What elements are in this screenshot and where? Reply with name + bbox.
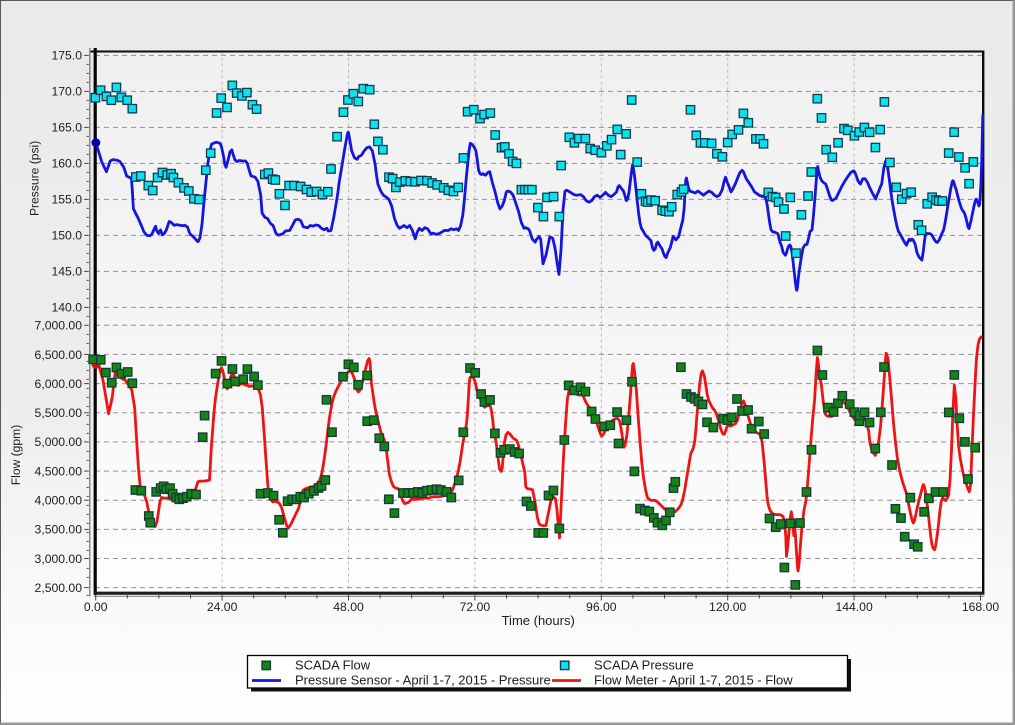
svg-text:SCADA Pressure: SCADA Pressure bbox=[594, 658, 694, 673]
svg-text:Flow Meter - April 1-7, 2015 -: Flow Meter - April 1-7, 2015 - Flow bbox=[594, 673, 793, 688]
svg-text:24.00: 24.00 bbox=[207, 600, 238, 614]
svg-text:Pressure (psi): Pressure (psi) bbox=[28, 141, 42, 216]
svg-text:96.00: 96.00 bbox=[586, 600, 617, 614]
svg-text:144.00: 144.00 bbox=[835, 600, 872, 614]
svg-text:7,000.00: 7,000.00 bbox=[35, 319, 83, 333]
svg-text:4,500.00: 4,500.00 bbox=[35, 464, 83, 478]
svg-text:72.00: 72.00 bbox=[460, 600, 491, 614]
svg-text:Pressure Sensor - April 1-7, 2: Pressure Sensor - April 1-7, 2015 - Pres… bbox=[295, 673, 551, 688]
svg-text:150.0: 150.0 bbox=[52, 229, 83, 243]
svg-text:Flow (gpm): Flow (gpm) bbox=[9, 425, 23, 485]
svg-text:3,000.00: 3,000.00 bbox=[35, 552, 83, 566]
svg-text:SCADA Flow: SCADA Flow bbox=[295, 658, 371, 673]
svg-text:6,500.00: 6,500.00 bbox=[35, 348, 83, 362]
svg-text:165.0: 165.0 bbox=[52, 121, 83, 135]
svg-text:2,500.00: 2,500.00 bbox=[35, 581, 83, 595]
svg-text:145.0: 145.0 bbox=[52, 265, 83, 279]
svg-text:160.0: 160.0 bbox=[52, 157, 83, 171]
svg-text:6,000.00: 6,000.00 bbox=[35, 377, 83, 391]
svg-text:0.00: 0.00 bbox=[84, 600, 108, 614]
svg-text:Time (hours): Time (hours) bbox=[502, 613, 575, 628]
svg-text:170.0: 170.0 bbox=[52, 85, 83, 99]
svg-text:155.0: 155.0 bbox=[52, 193, 83, 207]
svg-text:4,000.00: 4,000.00 bbox=[35, 494, 83, 508]
svg-text:168.00: 168.00 bbox=[962, 600, 999, 614]
svg-text:3,500.00: 3,500.00 bbox=[35, 523, 83, 537]
svg-text:140.0: 140.0 bbox=[52, 301, 83, 315]
svg-text:48.00: 48.00 bbox=[333, 600, 364, 614]
svg-text:175.0: 175.0 bbox=[52, 49, 83, 63]
svg-text:5,500.00: 5,500.00 bbox=[35, 406, 83, 420]
svg-text:5,000.00: 5,000.00 bbox=[35, 435, 83, 449]
svg-text:120.00: 120.00 bbox=[709, 600, 746, 614]
